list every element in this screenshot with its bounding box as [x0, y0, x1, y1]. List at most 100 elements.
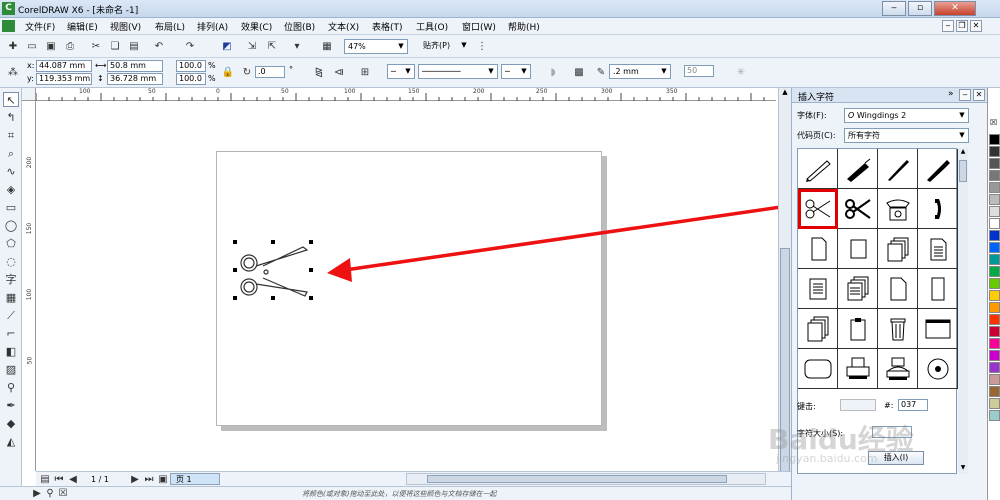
- glyph-scissors-black[interactable]: [838, 189, 878, 229]
- character-code-field[interactable]: 037: [898, 399, 928, 411]
- glyph-pen-2[interactable]: [838, 149, 878, 189]
- color-swatch[interactable]: [989, 410, 1000, 421]
- new-icon[interactable]: ✚: [6, 40, 20, 53]
- menu-table[interactable]: 表格(T): [372, 20, 403, 33]
- export-icon[interactable]: ⇱: [265, 40, 279, 53]
- glyph-file[interactable]: [878, 269, 918, 309]
- glyph-scissors-selected[interactable]: [798, 189, 838, 229]
- print-icon[interactable]: ⎙: [63, 40, 77, 53]
- doc-minimize-button[interactable]: ‒: [942, 20, 954, 32]
- glyph-rounded-rect[interactable]: [798, 349, 838, 389]
- menu-arrange[interactable]: 排列(A): [197, 20, 228, 33]
- vertical-scrollbar[interactable]: ▲: [778, 88, 791, 478]
- menu-window[interactable]: 窗口(W): [462, 20, 496, 33]
- vertical-ruler[interactable]: 200 150 100 50: [22, 101, 36, 471]
- shape-tool-icon[interactable]: ↰: [3, 110, 19, 125]
- text-tool-icon[interactable]: 字: [3, 272, 19, 287]
- smart-fill-tool-icon[interactable]: ◈: [3, 182, 19, 197]
- pick-tool-icon[interactable]: ↖: [3, 92, 19, 107]
- color-swatch[interactable]: [989, 314, 1000, 325]
- polygon-tool-icon[interactable]: ⬠: [3, 236, 19, 251]
- glyph-disc[interactable]: [918, 349, 958, 389]
- no-color-icon[interactable]: ☒: [990, 118, 997, 127]
- doc-close-button[interactable]: ✕: [970, 20, 982, 32]
- color-swatch[interactable]: [989, 266, 1000, 277]
- connector-tool-icon[interactable]: ⌐: [3, 326, 19, 341]
- scissors-object[interactable]: [233, 238, 313, 302]
- color-swatch[interactable]: [989, 338, 1000, 349]
- color-swatch[interactable]: [989, 374, 1000, 385]
- glyph-printer[interactable]: [838, 349, 878, 389]
- import-icon[interactable]: ⇲: [245, 40, 259, 53]
- prev-page-icon[interactable]: ◀: [66, 473, 80, 486]
- freehand-tool-icon[interactable]: ∿: [3, 164, 19, 179]
- clear-transparency-icon[interactable]: ✳: [734, 66, 748, 79]
- collapse-icon[interactable]: »: [948, 89, 954, 99]
- welcome-screen-icon[interactable]: ▦: [320, 40, 334, 53]
- horizontal-ruler[interactable]: 100 50 0 50 100 150 200 250 300 350: [36, 88, 776, 101]
- search-content-icon[interactable]: ◩: [220, 40, 234, 53]
- menu-edit[interactable]: 编辑(E): [67, 20, 98, 33]
- blend-tool-icon[interactable]: ◧: [3, 344, 19, 359]
- glyph-pen-1[interactable]: [798, 149, 838, 189]
- scroll-up-icon[interactable]: ▲: [958, 148, 968, 158]
- menu-help[interactable]: 帮助(H): [508, 20, 540, 33]
- zoom-tool-icon[interactable]: ⌕: [3, 146, 19, 161]
- page-options-icon[interactable]: ▤: [38, 473, 52, 486]
- menu-layout[interactable]: 布局(L): [155, 20, 185, 33]
- scale-x-field[interactable]: 100.0: [176, 60, 206, 72]
- color-swatch[interactable]: [989, 230, 1000, 241]
- height-field[interactable]: 36.728 mm: [107, 73, 163, 85]
- doc-restore-button[interactable]: ❐: [956, 20, 968, 32]
- next-page-icon[interactable]: ▶: [128, 473, 142, 486]
- color-swatch[interactable]: [989, 146, 1000, 157]
- menu-text[interactable]: 文本(X): [328, 20, 359, 33]
- undo-icon[interactable]: ↶: [152, 40, 166, 53]
- object-origin-icon[interactable]: ⁂: [6, 66, 20, 79]
- transparency-tool-icon[interactable]: ▨: [3, 362, 19, 377]
- width-field[interactable]: 50.8 mm: [107, 60, 163, 72]
- glyph-marker[interactable]: [918, 149, 958, 189]
- rectangle-tool-icon[interactable]: ▭: [3, 200, 19, 215]
- convert-icon[interactable]: ◗: [546, 66, 560, 79]
- horizontal-scrollbar[interactable]: [406, 473, 766, 485]
- color-swatch[interactable]: [989, 362, 1000, 373]
- close-button[interactable]: ✕: [934, 1, 976, 16]
- menu-tools[interactable]: 工具(O): [416, 20, 448, 33]
- end-arrowhead-select[interactable]: ─ ▼: [501, 64, 531, 79]
- color-swatch[interactable]: [989, 290, 1000, 301]
- lock-ratio-icon[interactable]: 🔒: [221, 66, 235, 79]
- glyph-stack[interactable]: [798, 309, 838, 349]
- first-page-icon[interactable]: ⏮: [52, 473, 66, 486]
- glyph-text-page[interactable]: [918, 229, 958, 269]
- glyph-brush[interactable]: [878, 149, 918, 189]
- keystroke-field[interactable]: [840, 399, 876, 411]
- color-swatch[interactable]: [989, 134, 1000, 145]
- mirror-horizontal-icon[interactable]: ⧎: [312, 66, 326, 79]
- glyph-telephone[interactable]: [878, 189, 918, 229]
- color-swatch[interactable]: [989, 242, 1000, 253]
- color-swatch[interactable]: [989, 194, 1000, 205]
- glyph-page[interactable]: [798, 229, 838, 269]
- ruler-origin[interactable]: [22, 88, 36, 101]
- ellipse-tool-icon[interactable]: ◯: [3, 218, 19, 233]
- glyph-sheet[interactable]: [918, 269, 958, 309]
- minimize-button[interactable]: ‒: [882, 1, 906, 16]
- color-swatch[interactable]: [989, 350, 1000, 361]
- color-swatch[interactable]: [989, 302, 1000, 313]
- color-swatch[interactable]: [989, 206, 1000, 217]
- glyph-pages[interactable]: [878, 229, 918, 269]
- scroll-up-icon[interactable]: ▲: [780, 88, 790, 100]
- glyph-document[interactable]: [798, 269, 838, 309]
- glyph-handset[interactable]: [918, 189, 958, 229]
- docker-close-button[interactable]: ✕: [973, 89, 985, 101]
- color-swatch[interactable]: [989, 386, 1000, 397]
- add-page-icon[interactable]: ▣: [156, 473, 170, 486]
- copy-icon[interactable]: ❏: [108, 40, 122, 53]
- save-icon[interactable]: ▣: [44, 40, 58, 53]
- play-icon[interactable]: ▶: [30, 487, 44, 500]
- table-tool-icon[interactable]: ▦: [3, 290, 19, 305]
- codepage-select[interactable]: 所有字符 ▼: [844, 128, 969, 143]
- color-swatch[interactable]: [989, 326, 1000, 337]
- zoom-level-select[interactable]: 47% ▼: [344, 39, 408, 54]
